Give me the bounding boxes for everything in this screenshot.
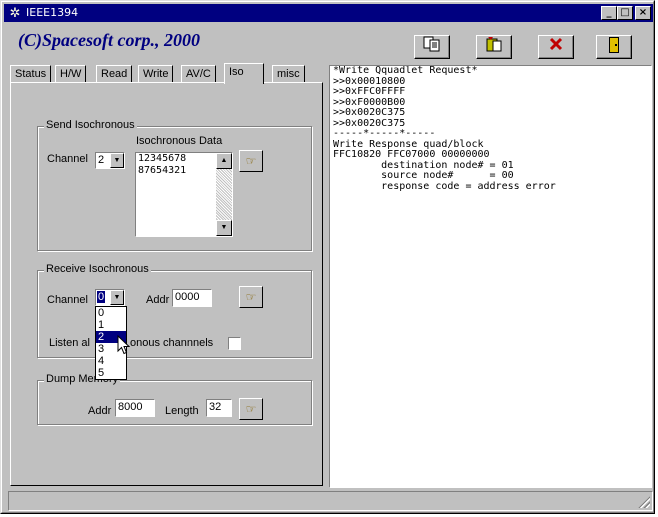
send-channel-value: 2 — [98, 154, 105, 166]
tab-iso[interactable]: Iso — [224, 63, 264, 84]
status-bar — [8, 491, 653, 511]
paste-icon — [485, 37, 503, 55]
iso-data-textarea[interactable]: 12345678 87654321 ▲ ▼ — [135, 152, 233, 237]
receive-channel-value: 0 — [97, 291, 106, 303]
tab-avc[interactable]: AV/C — [181, 65, 216, 83]
log-line: *Write Qquadlet Request* — [333, 65, 478, 76]
iso-data-label: Isochronous Data — [136, 135, 223, 147]
channel-option[interactable]: 5 — [96, 367, 126, 379]
brand-title: (C)Spacesoft corp., 2000 — [18, 30, 200, 50]
chevron-down-icon[interactable]: ▼ — [110, 290, 124, 305]
maximize-button[interactable]: □ — [617, 6, 633, 20]
app-icon[interactable]: ✲ — [7, 5, 23, 21]
send-channel-select[interactable]: 2 ▼ — [95, 152, 125, 169]
log-line: source node# = 00 — [333, 170, 514, 181]
scroll-down-icon[interactable]: ▼ — [216, 220, 232, 236]
send-iso-title: Send Isochronous — [44, 119, 137, 131]
receive-channel-label: Channel — [47, 294, 88, 306]
dump-memory-button[interactable]: ☞ — [239, 398, 263, 420]
dump-memory-group: Dump Memory — [37, 373, 312, 425]
tab-misc[interactable]: misc — [272, 65, 305, 83]
listen-all-checkbox[interactable] — [228, 337, 241, 350]
receive-iso-title: Receive Isochronous — [44, 263, 151, 275]
channel-option[interactable]: 1 — [96, 319, 126, 331]
mouse-pointer-icon — [117, 334, 131, 358]
receive-channel-select[interactable]: 0 ▼ — [95, 289, 125, 306]
listen-label-start: Listen al — [49, 337, 90, 349]
channel-option[interactable]: 0 — [96, 307, 126, 319]
tab-read[interactable]: Read — [96, 65, 133, 83]
tab-hw[interactable]: H/W — [55, 65, 87, 83]
minimize-button[interactable]: _ — [601, 6, 617, 20]
close-window-button[interactable]: × — [635, 6, 651, 20]
copy-button[interactable] — [414, 35, 450, 59]
pointing-hand-icon: ☞ — [245, 290, 257, 304]
send-iso-button[interactable]: ☞ — [239, 150, 263, 172]
log-line: >>0x0020C375 — [333, 107, 406, 118]
exit-door-icon — [606, 37, 622, 57]
title-bar[interactable]: ✲ IEEE1394 _ □ × — [4, 4, 653, 22]
copy-icon — [423, 36, 441, 55]
pointing-hand-icon: ☞ — [245, 402, 257, 416]
vertical-scrollbar[interactable]: ▲ ▼ — [216, 153, 232, 236]
log-line: -----*-----*----- — [333, 128, 436, 139]
listen-label-end: onous channnels — [130, 337, 214, 349]
main-window: ✲ IEEE1394 _ □ × (C)Spacesoft corp., 200… — [0, 0, 655, 514]
log-output[interactable]: *Write Qquadlet Request* >>0x00010800 >>… — [329, 65, 652, 488]
receive-iso-button[interactable]: ☞ — [239, 286, 263, 308]
dump-length-label: Length — [165, 405, 199, 417]
log-line: response code = address error — [333, 180, 556, 192]
dump-length-input[interactable]: 32 — [206, 399, 232, 417]
log-line: >>0xFFC0FFFF — [333, 86, 406, 97]
resize-grip-icon[interactable] — [638, 496, 650, 508]
paste-button[interactable] — [476, 35, 512, 59]
dump-addr-input[interactable]: 8000 — [115, 399, 155, 417]
window-title: IEEE1394 — [26, 6, 79, 19]
pointing-hand-icon: ☞ — [245, 154, 257, 168]
exit-button[interactable] — [596, 35, 632, 59]
log-line: FFC10820 FFC07000 00000000 — [333, 149, 490, 160]
chevron-down-icon[interactable]: ▼ — [110, 153, 124, 168]
send-channel-label: Channel — [47, 153, 88, 165]
scroll-up-icon[interactable]: ▲ — [216, 153, 232, 169]
tab-write[interactable]: Write — [138, 65, 174, 83]
close-x-icon — [548, 37, 564, 55]
clear-button[interactable] — [538, 35, 574, 59]
tab-status[interactable]: Status — [10, 65, 52, 83]
receive-addr-label: Addr — [146, 294, 170, 306]
receive-addr-input[interactable]: 0000 — [172, 289, 212, 307]
dump-addr-label: Addr — [88, 405, 112, 417]
